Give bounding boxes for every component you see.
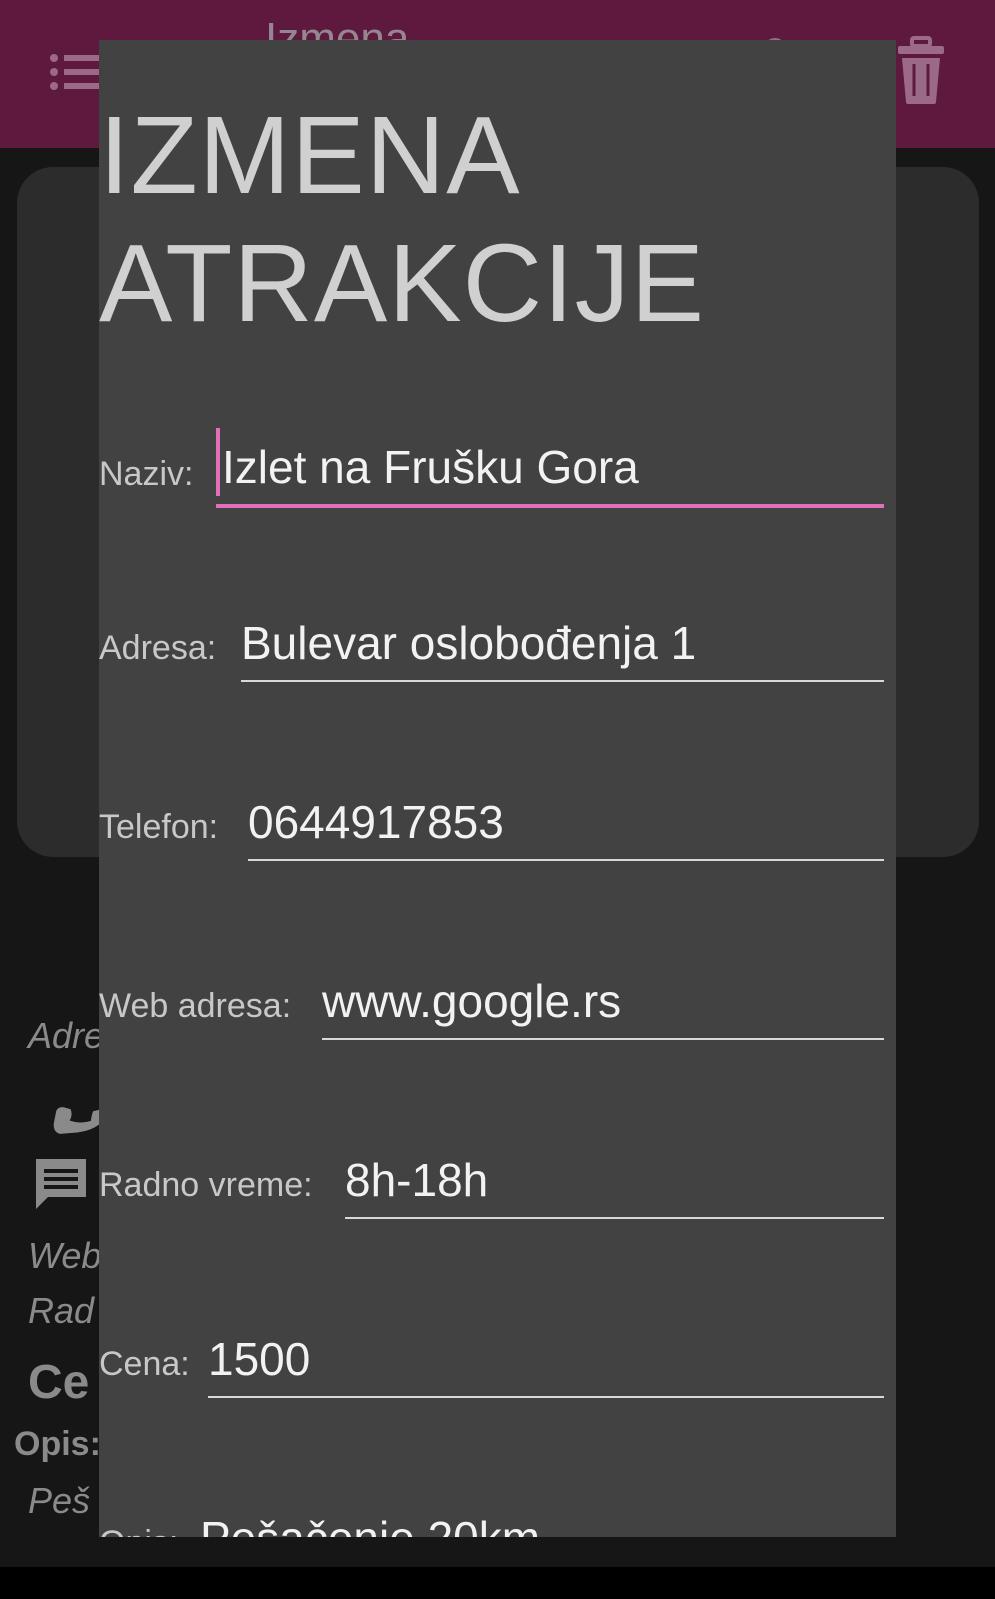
description-label: Opis: (99, 1524, 178, 1537)
dialog-title-line1: IZMENA (99, 94, 521, 217)
description-row: Opis: Pešačenje 20km (99, 1497, 896, 1537)
phone-row: Telefon: 0644917853 (99, 781, 896, 861)
price-value: 1500 (208, 1333, 311, 1385)
dialog-title-line2: ATRAKCIJE (99, 222, 705, 345)
phone-icon[interactable] (36, 1070, 106, 1140)
hours-value: 8h-18h (345, 1154, 489, 1206)
dialog-title: IZMENA ATRAKCIJE (99, 92, 896, 348)
price-label: Cena: (99, 1345, 190, 1383)
name-value: Izlet na Frušku Gora (222, 441, 639, 493)
price-text: Ce (28, 1356, 90, 1409)
description-text: Peš (28, 1480, 91, 1521)
web-input[interactable]: www.google.rs (322, 960, 884, 1040)
web-label: Web adresa: (99, 987, 292, 1025)
hours-text: Rad (28, 1290, 95, 1331)
phone-value: 0644917853 (248, 796, 504, 848)
web-value: www.google.rs (322, 975, 622, 1027)
address-label: Adresa: (99, 629, 217, 667)
description-value: Pešačenje 20km (200, 1511, 540, 1537)
address-row: Adresa: Bulevar oslobođenja 1 (99, 602, 896, 682)
trash-icon[interactable] (896, 36, 946, 106)
web-text: Web (28, 1235, 102, 1276)
hours-input[interactable]: 8h-18h (345, 1139, 884, 1219)
phone-input[interactable]: 0644917853 (248, 781, 884, 861)
price-input[interactable]: 1500 (208, 1318, 884, 1398)
name-input[interactable]: Izlet na Frušku Gora (216, 428, 884, 508)
hours-label: Radno vreme: (99, 1166, 313, 1204)
price-row: Cena: 1500 (99, 1318, 896, 1398)
description-label: Opis: (14, 1425, 101, 1463)
edit-attraction-dialog: IZMENA ATRAKCIJE Naziv: Izlet na Frušku … (99, 40, 896, 1537)
phone-label: Telefon: (99, 808, 219, 846)
address-text: Adre (28, 1015, 105, 1056)
text-caret (216, 428, 220, 496)
message-icon[interactable] (32, 1155, 90, 1213)
name-label: Naziv: (99, 455, 194, 493)
name-row: Naziv: Izlet na Frušku Gora (99, 428, 896, 508)
hours-row: Radno vreme: 8h-18h (99, 1139, 896, 1219)
description-input[interactable]: Pešačenje 20km (200, 1497, 884, 1537)
web-row: Web adresa: www.google.rs (99, 960, 896, 1040)
menu-icon[interactable] (50, 52, 102, 92)
navigation-bar (0, 1567, 995, 1599)
address-value: Bulevar oslobođenja 1 (241, 617, 697, 669)
address-input[interactable]: Bulevar oslobođenja 1 (241, 602, 884, 682)
